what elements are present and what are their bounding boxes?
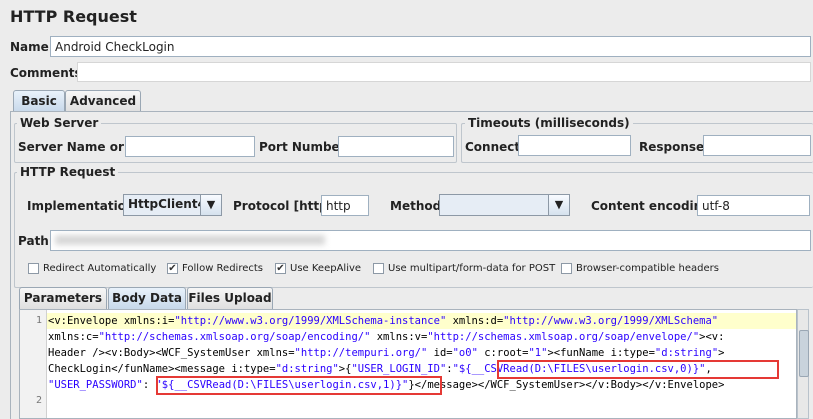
protocol-field[interactable]: http — [321, 195, 369, 216]
chevron-down-icon: ▼ — [200, 195, 221, 215]
redirect-automatically-label: Redirect Automatically — [43, 263, 157, 274]
line-number: 2 — [35, 395, 42, 406]
content-encoding-field[interactable]: utf-8 — [697, 195, 810, 216]
redirect-automatically-checkbox[interactable] — [28, 263, 39, 274]
browser-compatible-checkbox[interactable] — [561, 263, 572, 274]
code-line: xmlns:c="http://schemas.xmlsoap.org/soap… — [48, 331, 725, 343]
line-number-gutter: 1 2 — [20, 310, 47, 418]
annotation-highlight-box — [156, 376, 442, 395]
comments-field[interactable] — [77, 62, 811, 82]
line-number: 1 — [35, 315, 42, 326]
multipart-label: Use multipart/form-data for POST — [388, 263, 556, 274]
tab-advanced[interactable]: Advanced — [65, 90, 141, 112]
implementation-select[interactable]: HttpClient4 ▼ — [123, 194, 222, 216]
response-timeout-field[interactable] — [703, 135, 811, 156]
editor-scrollbar[interactable] — [797, 309, 809, 419]
path-value-redacted — [55, 235, 325, 245]
tab-files-upload[interactable]: Files Upload — [187, 287, 273, 309]
server-name-field[interactable] — [125, 136, 255, 157]
tab-parameters[interactable]: Parameters — [19, 287, 107, 309]
method-label: Method: — [390, 199, 446, 213]
port-number-field[interactable] — [338, 136, 454, 157]
page-title: HTTP Request — [10, 7, 137, 26]
chevron-down-icon: ▼ — [548, 195, 569, 215]
code-line: Header /><v:Body><WCF_SystemUser xmlns="… — [48, 347, 725, 359]
http-request-title: HTTP Request — [17, 165, 119, 179]
name-field[interactable]: Android CheckLogin — [50, 36, 811, 57]
multipart-checkbox[interactable] — [373, 263, 384, 274]
path-label: Path: — [18, 234, 54, 248]
scrollbar-thumb[interactable] — [799, 330, 809, 377]
path-field[interactable] — [50, 230, 811, 251]
implementation-value: HttpClient4 — [128, 197, 206, 211]
web-server-title: Web Server — [17, 116, 102, 130]
tab-body-data[interactable]: Body Data — [108, 287, 186, 309]
browser-compatible-label: Browser-compatible headers — [576, 263, 719, 274]
connect-timeout-field[interactable] — [518, 135, 631, 156]
connect-label: Connect: — [465, 140, 525, 154]
method-select[interactable]: ▼ — [439, 194, 570, 216]
comments-label: Comments: — [10, 66, 87, 80]
code-line: <v:Envelope xmlns:i="http://www.w3.org/1… — [48, 315, 719, 327]
use-keepalive-checkbox[interactable]: ✔ — [275, 263, 286, 274]
port-number-label: Port Number: — [259, 140, 351, 154]
follow-redirects-checkbox[interactable]: ✔ — [167, 263, 178, 274]
name-label: Name: — [10, 40, 54, 54]
response-label: Response: — [639, 140, 709, 154]
tab-basic[interactable]: Basic — [13, 90, 65, 112]
use-keepalive-label: Use KeepAlive — [290, 263, 362, 274]
timeouts-title: Timeouts (milliseconds) — [465, 116, 633, 130]
follow-redirects-label: Follow Redirects — [182, 263, 263, 274]
annotation-highlight-box — [497, 360, 779, 379]
